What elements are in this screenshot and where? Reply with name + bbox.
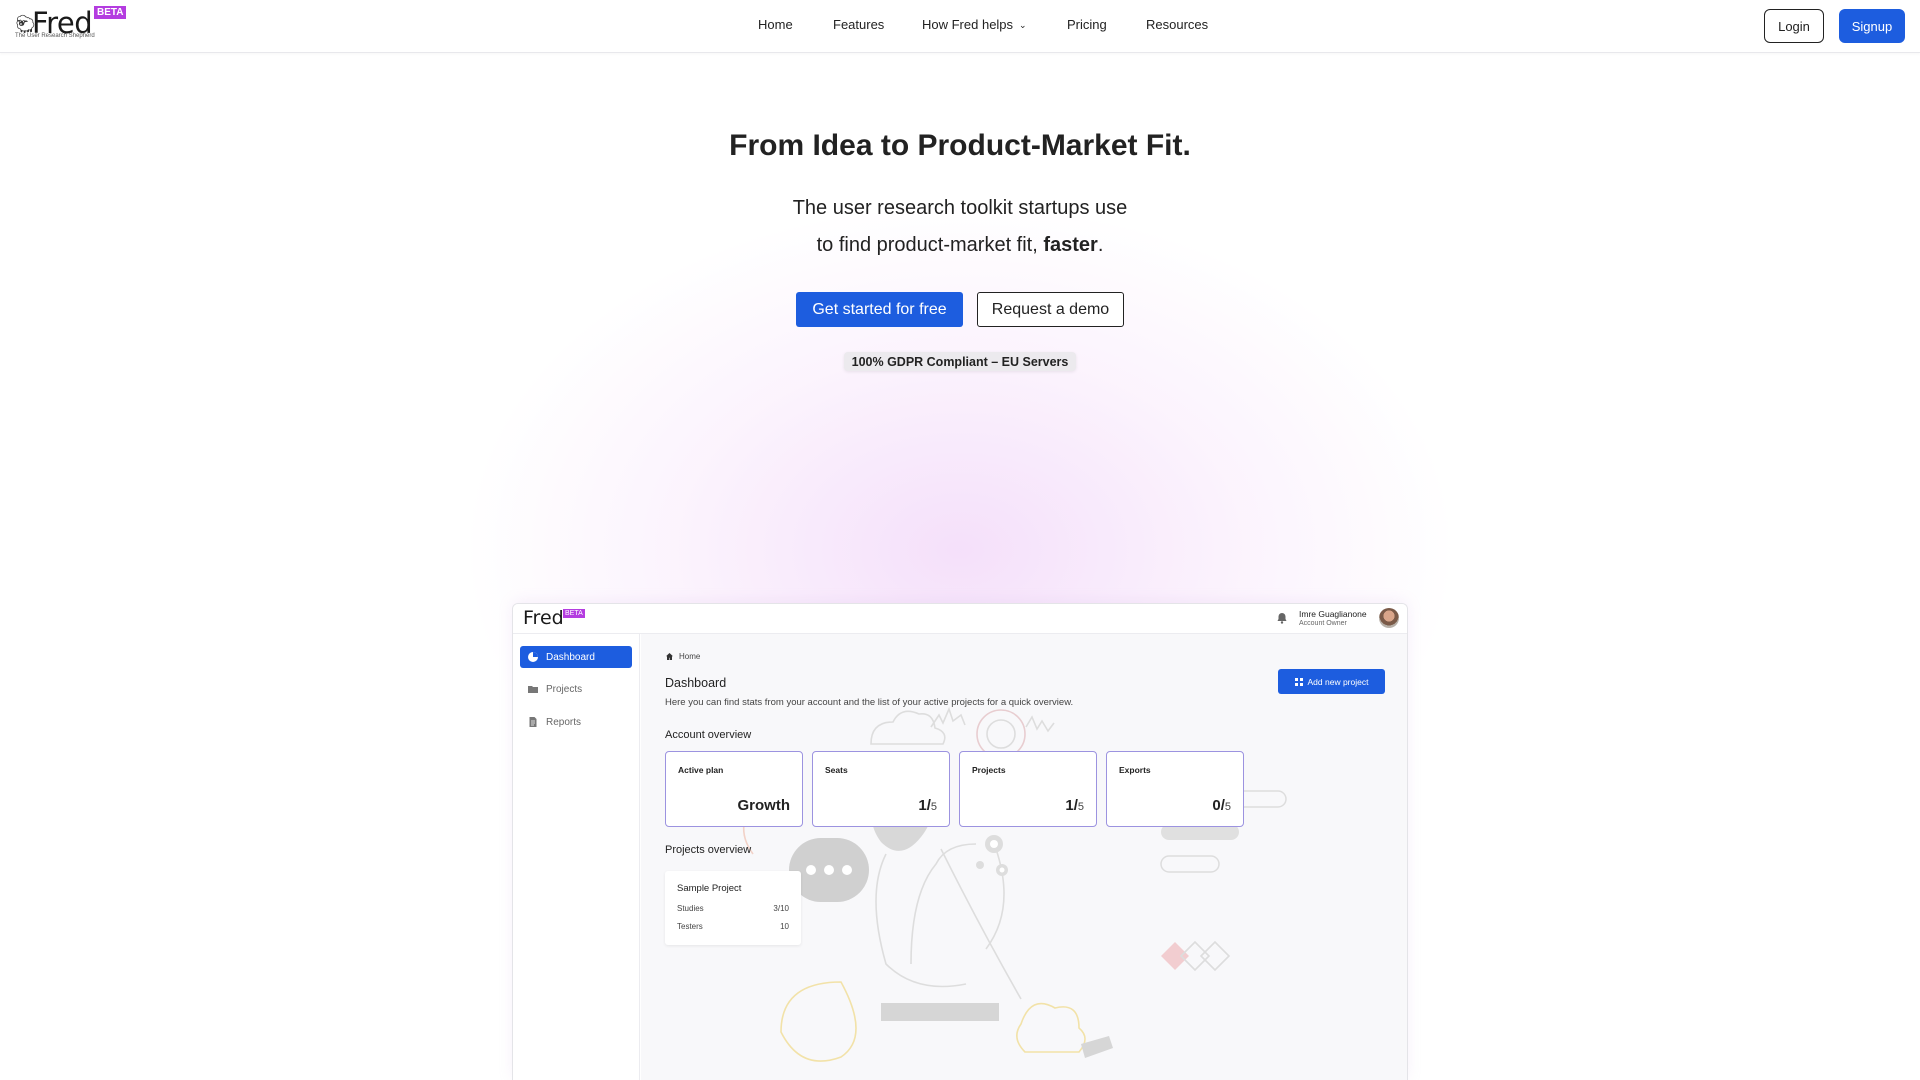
hero-title: From Idea to Product-Market Fit. xyxy=(729,129,1191,162)
hero-subtitle-line1: The user research toolkit startups use xyxy=(792,197,1128,219)
user-name: Imre Guaglianone xyxy=(1299,609,1367,619)
nav-pricing[interactable]: Pricing xyxy=(1067,17,1107,32)
page-title: Dashboard xyxy=(665,676,727,690)
card-label: Active plan xyxy=(678,765,724,775)
project-stat-label: Studies xyxy=(677,904,704,913)
card-label: Projects xyxy=(972,765,1006,775)
grid-icon xyxy=(1294,677,1303,686)
bell-icon[interactable] xyxy=(1275,611,1289,625)
nav-resources[interactable]: Resources xyxy=(1146,17,1208,32)
stat-card-projects: Projects 1/5 xyxy=(959,751,1097,827)
chevron-down-icon: ⌄ xyxy=(1019,20,1027,30)
card-label: Exports xyxy=(1119,765,1151,775)
subtitle-period: . xyxy=(1097,234,1104,256)
breadcrumb-home[interactable]: Home xyxy=(679,652,700,661)
card-value-text: 1/ xyxy=(918,797,931,814)
project-card[interactable]: Sample Project Studies 3/10 Testers 10 xyxy=(665,871,801,945)
card-label: Seats xyxy=(825,765,848,775)
card-value-text: 1/ xyxy=(1065,797,1078,814)
home-icon[interactable] xyxy=(665,652,674,661)
page-description: Here you can find stats from your accoun… xyxy=(665,697,1074,708)
project-stat-value: 10 xyxy=(780,922,789,931)
card-value-max: 5 xyxy=(930,801,937,813)
login-button[interactable]: Login xyxy=(1764,9,1824,43)
stat-card-active-plan: Active plan Growth xyxy=(665,751,803,827)
gdpr-badge: 100% GDPR Compliant – EU Servers xyxy=(844,352,1076,371)
subtitle-text: to find product-market fit, xyxy=(816,234,1044,256)
app-header: Fred BETA Imre Guaglianone Account Owner xyxy=(513,604,1407,634)
add-new-project-label: Add new project xyxy=(1307,676,1369,687)
project-stat-row: Testers 10 xyxy=(677,922,789,931)
nav-how-fred-helps-label: How Fred helps xyxy=(922,17,1014,32)
signup-button[interactable]: Signup xyxy=(1839,9,1905,43)
sidebar-item-label: Dashboard xyxy=(546,651,595,663)
card-value: 1/5 xyxy=(1065,797,1084,814)
sidebar-item-label: Projects xyxy=(546,683,583,695)
project-stat-row: Studies 3/10 xyxy=(677,904,789,913)
app-main: Home Dashboard Here you can find stats f… xyxy=(641,634,1407,1080)
document-icon xyxy=(529,717,537,727)
get-started-button[interactable]: Get started for free xyxy=(796,292,963,327)
card-value-max: 5 xyxy=(1077,801,1084,813)
user-role: Account Owner xyxy=(1299,620,1347,627)
app-logo: Fred xyxy=(523,607,564,629)
project-stat-label: Testers xyxy=(677,922,703,931)
hero-subtitle-line2: to find product-market fit, faster. xyxy=(0,234,1920,257)
folder-icon xyxy=(528,686,538,693)
top-navigation: 🐑︎ Fred BETA The User Research Shepherd … xyxy=(0,0,1920,53)
project-stat-value: 3/10 xyxy=(773,904,789,913)
breadcrumb: Home xyxy=(665,652,700,661)
nav-home[interactable]: Home xyxy=(758,17,793,32)
card-value-text: 0/ xyxy=(1212,797,1225,814)
add-new-project-button[interactable]: Add new project xyxy=(1278,669,1385,694)
card-value: 0/5 xyxy=(1212,797,1231,814)
card-value: 1/5 xyxy=(918,797,937,814)
nav-features[interactable]: Features xyxy=(833,17,884,32)
nav-how-fred-helps[interactable]: How Fred helps ⌄ xyxy=(922,17,1027,32)
request-demo-button[interactable]: Request a demo xyxy=(977,292,1124,327)
sidebar-item-reports[interactable]: Reports xyxy=(520,711,632,733)
sidebar-item-dashboard[interactable]: Dashboard xyxy=(520,646,632,668)
account-overview-title: Account overview xyxy=(665,729,752,741)
card-value-max: 5 xyxy=(1224,801,1231,813)
subtitle-emphasis: faster xyxy=(1043,234,1098,256)
main-menu: Home Features How Fred helps ⌄ Pricing Re… xyxy=(0,17,1920,37)
project-name: Sample Project xyxy=(677,883,742,894)
app-preview: Fred BETA Imre Guaglianone Account Owner… xyxy=(512,603,1408,1080)
pie-chart-icon xyxy=(528,652,538,662)
stat-card-seats: Seats 1/5 xyxy=(812,751,950,827)
avatar[interactable] xyxy=(1379,608,1399,628)
sidebar-item-projects[interactable]: Projects xyxy=(520,678,632,700)
stat-card-exports: Exports 0/5 xyxy=(1106,751,1244,827)
projects-overview-title: Projects overview xyxy=(665,844,752,856)
app-beta-badge: BETA xyxy=(563,609,585,618)
card-value: Growth xyxy=(738,797,791,814)
sidebar-item-label: Reports xyxy=(546,716,582,728)
card-value-text: Growth xyxy=(737,797,791,814)
app-sidebar: Dashboard Projects Reports xyxy=(513,634,640,1080)
